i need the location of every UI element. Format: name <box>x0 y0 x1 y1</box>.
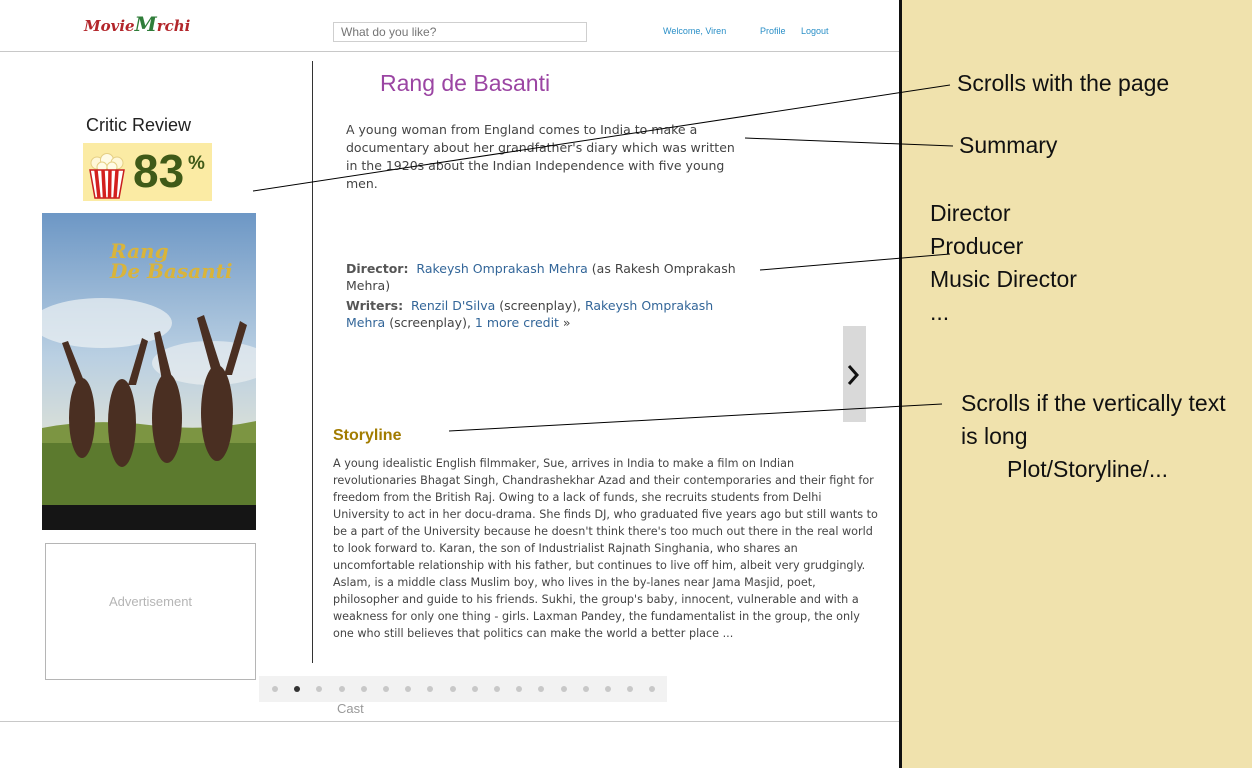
profile-link[interactable]: Profile <box>760 26 786 36</box>
search-input[interactable] <box>333 22 587 42</box>
critic-score-unit: % <box>188 153 205 174</box>
carousel-dot[interactable] <box>427 686 434 692</box>
writers-credit: Writers: Renzil D'Silva (screenplay), Ra… <box>346 298 756 331</box>
carousel-dot[interactable] <box>605 686 611 692</box>
cast-carousel-pager <box>259 676 667 702</box>
annotation-plot: Plot/Storyline/... <box>1007 456 1169 482</box>
movie-summary: A young woman from England comes to Indi… <box>346 122 735 191</box>
carousel-dot[interactable] <box>316 686 323 692</box>
header-divider <box>0 51 899 52</box>
writers-label: Writers: <box>346 298 404 313</box>
credits-block: Director: Rakeysh Omprakash Mehra (as Ra… <box>346 261 756 335</box>
storyline-heading: Storyline <box>333 427 402 444</box>
annotation-role-1: Director <box>930 200 1011 226</box>
popcorn-icon <box>89 153 125 199</box>
director-label: Director: <box>346 261 409 276</box>
carousel-dot[interactable] <box>272 686 278 692</box>
welcome-user-link[interactable]: Welcome, Viren <box>663 26 726 36</box>
movie-title: Rang de Basanti <box>380 70 551 96</box>
next-arrow-button[interactable] <box>843 326 866 422</box>
director-link[interactable]: Rakeysh Omprakash Mehra <box>416 261 587 276</box>
annotation-scrolls-with-page: Scrolls with the page <box>957 70 1170 96</box>
carousel-dot[interactable] <box>494 686 500 692</box>
carousel-dot[interactable] <box>360 686 367 692</box>
logout-link[interactable]: Logout <box>801 26 829 36</box>
footer-divider <box>0 721 899 722</box>
storyline-text: A young idealistic English filmmaker, Su… <box>333 457 878 640</box>
annotation-scrolls-long-1: Scrolls if the vertically text <box>961 390 1226 416</box>
carousel-dot[interactable] <box>649 686 656 692</box>
annotation-role-2: Producer <box>930 233 1024 259</box>
movie-mirchi-logo[interactable]: MovieMrchi <box>84 12 190 36</box>
advertisement-label: Advertisement <box>108 594 193 609</box>
annotation-role-4: ... <box>930 299 950 325</box>
annotation-panel <box>899 0 1252 768</box>
more-credit-arrow: » <box>562 314 571 330</box>
carousel-dot[interactable] <box>449 686 456 692</box>
critic-review-label: Critic Review <box>86 115 192 135</box>
advertisement-box[interactable]: Advertisement <box>45 543 256 680</box>
writer-link-1[interactable]: Renzil D'Silva <box>411 298 495 313</box>
carousel-dot[interactable] <box>338 686 345 692</box>
carousel-dot[interactable] <box>560 686 567 692</box>
writer-note-2: (screenplay), <box>389 314 471 330</box>
carousel-dot[interactable] <box>471 686 478 692</box>
carousel-dot[interactable] <box>383 686 389 692</box>
director-credit: Director: Rakeysh Omprakash Mehra (as Ra… <box>346 261 756 294</box>
column-divider <box>312 61 313 663</box>
annotation-scrolls-long-2: is long <box>961 423 1028 449</box>
writer-note-1: (screenplay), <box>499 298 581 313</box>
poster-title: Rang De Basanti <box>110 239 233 283</box>
critic-score-value: 83 <box>133 145 185 197</box>
cast-label: Cast <box>337 701 364 716</box>
carousel-dot[interactable] <box>582 686 589 692</box>
carousel-dot[interactable] <box>405 686 412 692</box>
carousel-dot[interactable] <box>294 686 301 692</box>
critic-score-badge: 83 % <box>83 143 212 201</box>
movie-poster[interactable]: Rang De Basanti <box>42 213 256 530</box>
carousel-dot[interactable] <box>516 686 523 692</box>
more-credit-link[interactable]: 1 more credit <box>475 315 559 330</box>
movie-page: MovieMrchi Welcome, Viren Profile Logout… <box>0 0 899 768</box>
annotation-summary: Summary <box>959 132 1058 158</box>
annotation-role-3: Music Director <box>930 266 1077 292</box>
carousel-dot[interactable] <box>538 686 545 692</box>
carousel-dot[interactable] <box>627 686 634 692</box>
chevron-right-icon <box>847 365 860 385</box>
